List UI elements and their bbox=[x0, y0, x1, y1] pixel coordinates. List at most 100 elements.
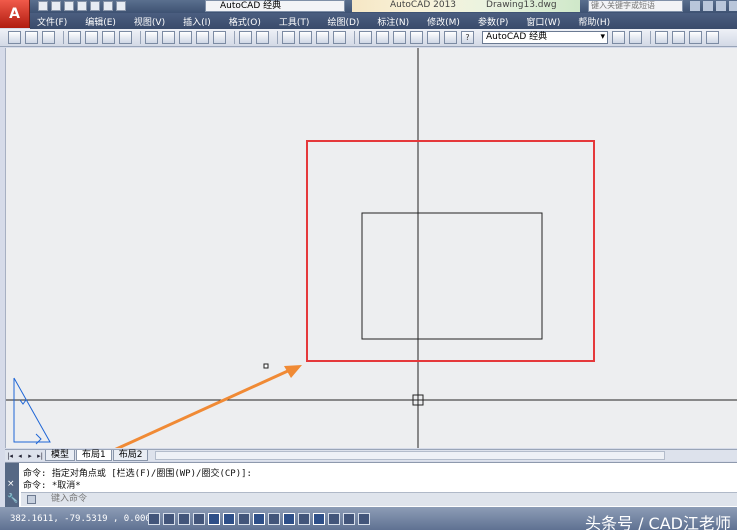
prev-tab-button[interactable]: ◂ bbox=[15, 451, 25, 461]
transparency-icon[interactable] bbox=[313, 512, 325, 525]
window-control-icon[interactable] bbox=[729, 1, 737, 11]
quick-properties-icon[interactable] bbox=[328, 512, 340, 525]
object-snap-tracking-icon[interactable] bbox=[253, 512, 265, 525]
menu-format[interactable]: 格式(O) bbox=[222, 15, 268, 28]
horizontal-scrollbar[interactable] bbox=[155, 451, 665, 460]
3d-dwf-icon[interactable] bbox=[119, 31, 132, 44]
save-icon[interactable] bbox=[64, 1, 74, 11]
next-tab-button[interactable]: ▸ bbox=[25, 451, 35, 461]
sheet-set-icon[interactable] bbox=[410, 31, 423, 44]
command-prompt-icon[interactable] bbox=[27, 495, 36, 504]
zoom-window-icon[interactable] bbox=[316, 31, 329, 44]
workspace-settings-icon[interactable] bbox=[612, 31, 625, 44]
layer-freeze-icon[interactable] bbox=[689, 31, 702, 44]
undo-icon[interactable] bbox=[103, 1, 113, 11]
design-center-icon[interactable] bbox=[376, 31, 389, 44]
search-icon[interactable] bbox=[690, 1, 700, 11]
pan-icon[interactable] bbox=[282, 31, 295, 44]
print-icon[interactable] bbox=[90, 1, 100, 11]
ortho-mode-icon[interactable] bbox=[193, 512, 205, 525]
tab-model[interactable]: 模型 bbox=[45, 450, 76, 461]
new-icon[interactable] bbox=[8, 31, 21, 44]
menu-help[interactable]: 帮助(H) bbox=[571, 15, 617, 28]
redo-icon[interactable] bbox=[116, 1, 126, 11]
annotation-arrow bbox=[114, 365, 302, 448]
menu-bar: 文件(F) 编辑(E) 视图(V) 插入(I) 格式(O) 工具(T) 绘图(D… bbox=[30, 13, 737, 29]
workspace-select[interactable]: AutoCAD 经典 bbox=[482, 31, 608, 44]
zoom-previous-icon[interactable] bbox=[333, 31, 346, 44]
cut-icon[interactable] bbox=[145, 31, 158, 44]
command-window-grip[interactable]: × 🔧 bbox=[5, 463, 19, 508]
drawing-canvas[interactable] bbox=[5, 48, 737, 448]
layer-on-icon[interactable] bbox=[672, 31, 685, 44]
plot-icon[interactable] bbox=[68, 31, 81, 44]
command-input[interactable]: 键入命令 bbox=[21, 492, 737, 506]
ucs-icon bbox=[13, 377, 51, 445]
undo-icon[interactable] bbox=[239, 31, 252, 44]
coordinate-readout[interactable]: 382.1611, -79.5319 , 0.0000 bbox=[0, 514, 156, 524]
tool-palettes-icon[interactable] bbox=[393, 31, 406, 44]
redo-icon[interactable] bbox=[256, 31, 269, 44]
menu-insert[interactable]: 插入(I) bbox=[176, 15, 218, 28]
menu-window[interactable]: 窗口(W) bbox=[519, 15, 567, 28]
menu-dimension[interactable]: 标注(N) bbox=[370, 15, 416, 28]
dynamic-ucs-icon[interactable] bbox=[268, 512, 280, 525]
layer-lock-icon[interactable] bbox=[706, 31, 719, 44]
quick-access-toolbar bbox=[38, 1, 126, 11]
application-menu-button[interactable]: A bbox=[0, 0, 30, 28]
markup-icon[interactable] bbox=[427, 31, 440, 44]
layout-tabs-bar: |◂ ◂ ▸ ▸| 模型 布局1 布局2 bbox=[5, 449, 737, 461]
save-icon[interactable] bbox=[42, 31, 55, 44]
quickcalc-icon[interactable] bbox=[444, 31, 457, 44]
dynamic-input-icon[interactable] bbox=[283, 512, 295, 525]
toolbar-separator bbox=[234, 31, 235, 44]
save-as-icon[interactable] bbox=[77, 1, 87, 11]
layer-manager-icon[interactable] bbox=[655, 31, 668, 44]
properties-icon[interactable] bbox=[359, 31, 372, 44]
menu-draw[interactable]: 绘图(D) bbox=[320, 15, 366, 28]
snap-mode-icon[interactable] bbox=[163, 512, 175, 525]
annotation-monitor-icon[interactable] bbox=[358, 512, 370, 525]
menu-modify[interactable]: 修改(M) bbox=[420, 15, 467, 28]
grid-display-icon[interactable] bbox=[178, 512, 190, 525]
menu-view[interactable]: 视图(V) bbox=[127, 15, 172, 28]
zoom-realtime-icon[interactable] bbox=[299, 31, 312, 44]
last-tab-button[interactable]: ▸| bbox=[35, 451, 45, 461]
exchange-icon[interactable] bbox=[716, 1, 726, 11]
wrench-icon[interactable]: 🔧 bbox=[7, 494, 18, 504]
menu-tools[interactable]: 工具(T) bbox=[272, 15, 317, 28]
new-icon[interactable] bbox=[38, 1, 48, 11]
selection-cycling-icon[interactable] bbox=[343, 512, 355, 525]
block-editor-icon[interactable] bbox=[213, 31, 226, 44]
first-tab-button[interactable]: |◂ bbox=[5, 451, 15, 461]
paste-icon[interactable] bbox=[179, 31, 192, 44]
workspace-dropdown[interactable]: AutoCAD 经典 bbox=[205, 0, 345, 12]
open-icon[interactable] bbox=[51, 1, 61, 11]
menu-edit[interactable]: 编辑(E) bbox=[78, 15, 123, 28]
infer-constraints-icon[interactable] bbox=[148, 512, 160, 525]
my-workspace-icon[interactable] bbox=[629, 31, 642, 44]
object-snap-icon[interactable] bbox=[223, 512, 235, 525]
help-icon[interactable]: ? bbox=[461, 31, 474, 44]
menu-parametric[interactable]: 参数(P) bbox=[471, 15, 515, 28]
plot-preview-icon[interactable] bbox=[85, 31, 98, 44]
polar-tracking-icon[interactable] bbox=[208, 512, 220, 525]
help-icon[interactable] bbox=[703, 1, 713, 11]
tab-layout2[interactable]: 布局2 bbox=[112, 450, 149, 461]
search-input[interactable]: 键入关键字或短语 bbox=[588, 0, 683, 12]
toolbar-separator bbox=[277, 31, 278, 44]
3d-object-snap-icon[interactable] bbox=[238, 512, 250, 525]
match-properties-icon[interactable] bbox=[196, 31, 209, 44]
open-icon[interactable] bbox=[25, 31, 38, 44]
lineweight-icon[interactable] bbox=[298, 512, 310, 525]
selection-window-rect bbox=[306, 140, 595, 362]
tab-layout1[interactable]: 布局1 bbox=[76, 450, 112, 461]
menu-file[interactable]: 文件(F) bbox=[30, 15, 74, 28]
command-input-placeholder: 键入命令 bbox=[51, 494, 88, 504]
toolbar-separator bbox=[63, 31, 64, 44]
publish-icon[interactable] bbox=[102, 31, 115, 44]
standard-toolbar: ? AutoCAD 经典 bbox=[0, 29, 737, 47]
close-icon[interactable]: × bbox=[7, 479, 15, 489]
product-name: AutoCAD 2013 bbox=[390, 0, 457, 10]
copy-icon[interactable] bbox=[162, 31, 175, 44]
